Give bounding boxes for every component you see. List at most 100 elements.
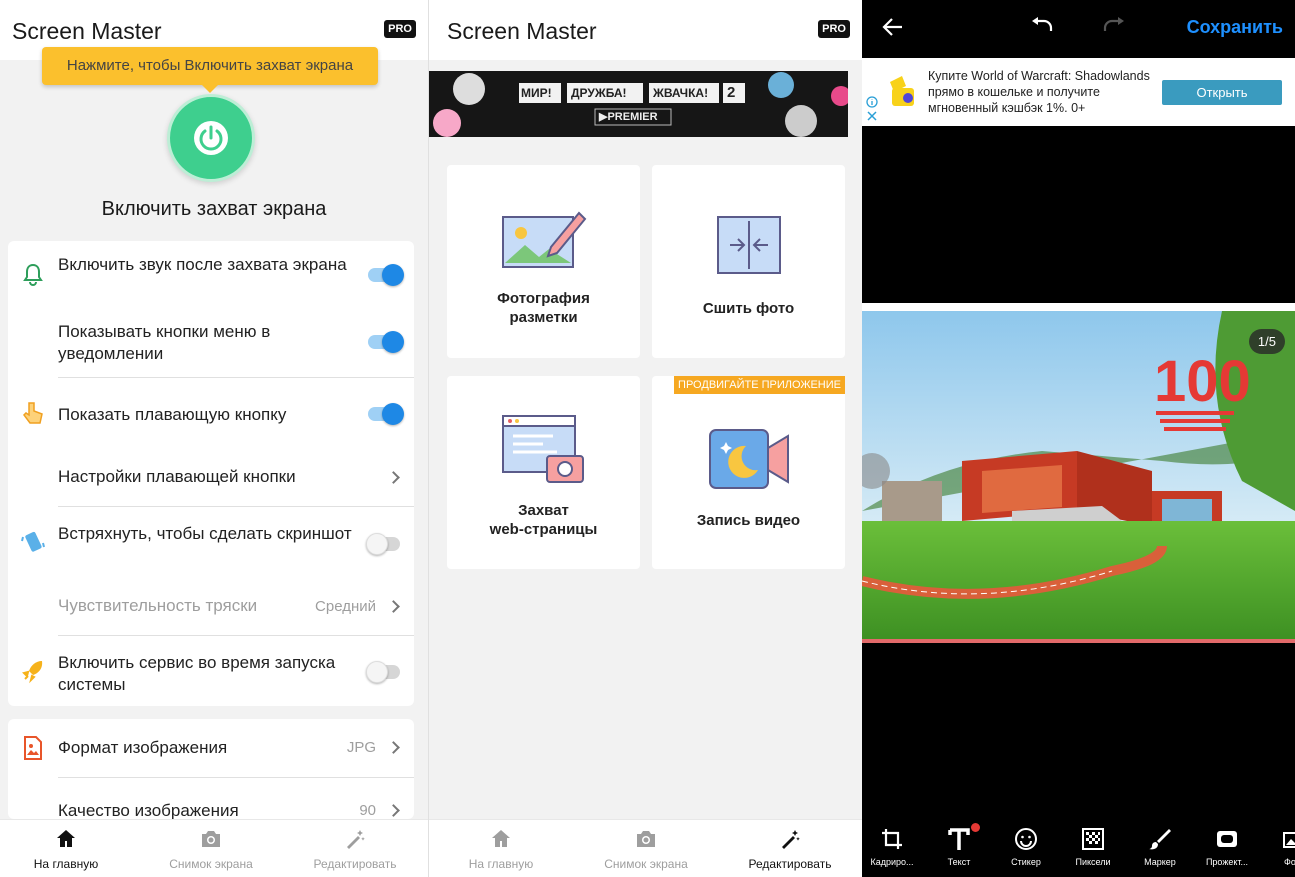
- sticker-100[interactable]: 100: [1154, 349, 1251, 414]
- tool-photo[interactable]: Фо: [1264, 817, 1295, 877]
- image-file-icon: [24, 736, 42, 760]
- canvas-separator: [862, 303, 1295, 311]
- settings-panel: Screen Master PRO Нажмите, чтобы Включит…: [0, 0, 428, 877]
- bell-icon: [23, 263, 43, 286]
- home-icon: [57, 830, 75, 847]
- redo-icon[interactable]: [1102, 17, 1126, 35]
- nav-edit-label: Редактировать: [748, 857, 832, 871]
- web-capture-icon: [502, 415, 584, 483]
- tool-spotlight-label: Прожект...: [1205, 857, 1249, 867]
- shake-toggle[interactable]: [366, 533, 402, 555]
- edited-photo[interactable]: 100 1/5: [862, 311, 1295, 643]
- crop-icon: [882, 829, 902, 849]
- save-button[interactable]: Сохранить: [1187, 17, 1283, 38]
- tool-sticker-label: Стикер: [1011, 857, 1041, 867]
- nav-home[interactable]: На главную: [431, 820, 571, 877]
- tile-markup-line1: Фотография: [497, 290, 590, 307]
- nav-screenshot[interactable]: Снимок экрана: [576, 820, 716, 877]
- tile-video-record[interactable]: ПРОДВИГАЙТЕ ПРИЛОЖЕНИЕ Запись видео: [652, 376, 845, 569]
- undo-icon[interactable]: [1030, 17, 1054, 35]
- setting-sound-label: Включить звук после захвата экрана: [58, 255, 347, 274]
- app-bar: Screen Master PRO: [429, 0, 862, 60]
- promo-badge[interactable]: ПРОДВИГАЙТЕ ПРИЛОЖЕНИЕ: [674, 376, 845, 394]
- tool-text[interactable]: Текст: [929, 817, 989, 877]
- nav-edit[interactable]: Редактировать: [285, 820, 425, 877]
- power-button[interactable]: [167, 94, 255, 182]
- settings-card: Включить звук после захвата экрана Показ…: [8, 241, 414, 706]
- tool-crop[interactable]: Кадриро...: [862, 817, 922, 877]
- tile-stitch-photo[interactable]: Сшить фото: [652, 165, 845, 358]
- editor-panel: Сохранить Купите World of Warcraft: Shad…: [862, 0, 1295, 877]
- setting-shake[interactable]: Встряхнуть, чтобы сделать скриншот: [8, 507, 414, 575]
- tile-video-label: Запись видео: [696, 512, 801, 529]
- nav-home-label: На главную: [33, 857, 99, 871]
- boot-service-toggle[interactable]: [366, 661, 402, 683]
- shake-sensitivity-value: Средний: [315, 598, 376, 615]
- editor-toolbar: Сохранить: [862, 0, 1295, 55]
- nav-edit-label: Редактировать: [313, 857, 397, 871]
- setting-image-format[interactable]: Формат изображения JPG: [8, 719, 414, 777]
- setting-floating-settings-label: Настройки плавающей кнопки: [58, 467, 296, 486]
- tools-panel: Screen Master PRO МИР! ДРУЖБА! ЖВАЧКА! 2…: [428, 0, 862, 877]
- smiley-icon: [1015, 828, 1037, 850]
- tool-pixels[interactable]: Пиксели: [1063, 817, 1123, 877]
- setting-boot-service[interactable]: Включить сервис во время запуска системы: [8, 636, 414, 706]
- nav-screenshot[interactable]: Снимок экрана: [141, 820, 281, 877]
- chevron-right-icon: [387, 804, 400, 817]
- power-icon: [194, 121, 228, 155]
- edit-tools-bar: Кадриро... Текст Стикер Пиксели Маркер П…: [862, 817, 1295, 877]
- tile-markup-photo[interactable]: Фотография разметки: [447, 165, 640, 358]
- tool-text-label: Текст: [947, 857, 971, 867]
- tile-web-line1: Захват: [518, 502, 569, 519]
- nav-edit[interactable]: Редактировать: [720, 820, 860, 877]
- tool-marker[interactable]: Маркер: [1130, 817, 1190, 877]
- wallet-logo-icon: [890, 76, 914, 106]
- pro-badge[interactable]: PRO: [818, 20, 850, 38]
- ad-open-button[interactable]: Открыть: [1162, 80, 1282, 105]
- camera-icon: [637, 831, 655, 847]
- magic-wand-icon: [347, 830, 365, 849]
- ad-info-icon[interactable]: [866, 96, 878, 124]
- tile-web-line2: web-страницы: [489, 521, 598, 538]
- floating-button-toggle[interactable]: [368, 403, 404, 425]
- nav-screenshot-label: Снимок экрана: [604, 857, 688, 871]
- image-quality-value: 90: [359, 802, 376, 819]
- rocket-icon: [22, 661, 43, 684]
- setting-floating-settings[interactable]: Настройки плавающей кнопки: [8, 448, 414, 506]
- spotlight-icon: [1217, 831, 1237, 847]
- pro-badge[interactable]: PRO: [384, 20, 416, 38]
- page-counter: 1/5: [1248, 329, 1285, 354]
- new-dot-badge: [971, 823, 980, 832]
- magic-wand-icon: [782, 830, 800, 849]
- tile-web-capture[interactable]: Захват web-страницы: [447, 376, 640, 569]
- setting-menu-buttons-label: Показывать кнопки меню в уведомлении: [58, 322, 271, 363]
- home-icon: [492, 830, 510, 847]
- tool-sticker[interactable]: Стикер: [996, 817, 1056, 877]
- ad-bar[interactable]: Купите World of Warcraft: Shadowlands пр…: [862, 58, 1295, 126]
- banner-word: МИР!: [521, 86, 552, 100]
- setting-menu-buttons[interactable]: Показывать кнопки меню в уведомлении: [8, 309, 414, 377]
- ad-banner[interactable]: МИР! ДРУЖБА! ЖВАЧКА! 2 ▶PREMIER: [429, 71, 848, 137]
- enable-tooltip[interactable]: Нажмите, чтобы Включить захват экрана: [42, 47, 378, 93]
- menu-buttons-toggle[interactable]: [368, 331, 404, 353]
- banner-word: ДРУЖБА!: [571, 86, 627, 100]
- setting-shake-sensitivity[interactable]: Чувствительность тряски Средний: [8, 575, 414, 635]
- bottom-nav: На главную Снимок экрана Редактировать: [0, 819, 428, 877]
- bottom-nav: На главную Снимок экрана Редактировать: [429, 819, 862, 877]
- nav-home[interactable]: На главную: [0, 820, 136, 877]
- app-title: Screen Master: [447, 18, 597, 44]
- sound-toggle[interactable]: [368, 264, 404, 286]
- tool-crop-label: Кадриро...: [870, 857, 914, 867]
- tool-spotlight[interactable]: Прожект...: [1197, 817, 1257, 877]
- back-arrow-icon[interactable]: [882, 17, 904, 37]
- setting-shake-label: Встряхнуть, чтобы сделать скриншот: [58, 524, 352, 543]
- nav-home-label: На главную: [468, 857, 534, 871]
- tile-markup-line2: разметки: [509, 309, 578, 326]
- setting-floating-button[interactable]: Показать плавающую кнопку: [8, 378, 414, 448]
- tool-pixels-label: Пиксели: [1075, 857, 1111, 867]
- shake-phone-icon: [21, 531, 45, 552]
- shake-sensitivity-label: Чувствительность тряски: [58, 596, 258, 615]
- setting-sound[interactable]: Включить звук после захвата экрана: [8, 241, 414, 309]
- chevron-right-icon: [387, 471, 400, 484]
- photo-building: 100: [862, 311, 1295, 643]
